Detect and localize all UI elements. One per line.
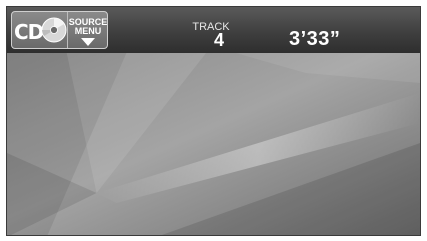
elapsed-time: 3’33” <box>289 28 341 50</box>
background-graphic <box>7 53 420 235</box>
cd-disc-icon <box>41 17 67 43</box>
triangle-down-icon <box>81 38 95 46</box>
source-menu-button[interactable]: CD SOURCE MENU <box>11 11 108 49</box>
status-bar: CD SOURCE MENU TRACK 4 3’33” <box>7 7 420 54</box>
audio-screen: CD SOURCE MENU TRACK 4 3’33” <box>6 6 421 236</box>
source-menu-area: SOURCE MENU <box>68 12 107 48</box>
track-number: 4 <box>213 30 224 50</box>
source-menu-line2: MENU <box>74 26 102 36</box>
